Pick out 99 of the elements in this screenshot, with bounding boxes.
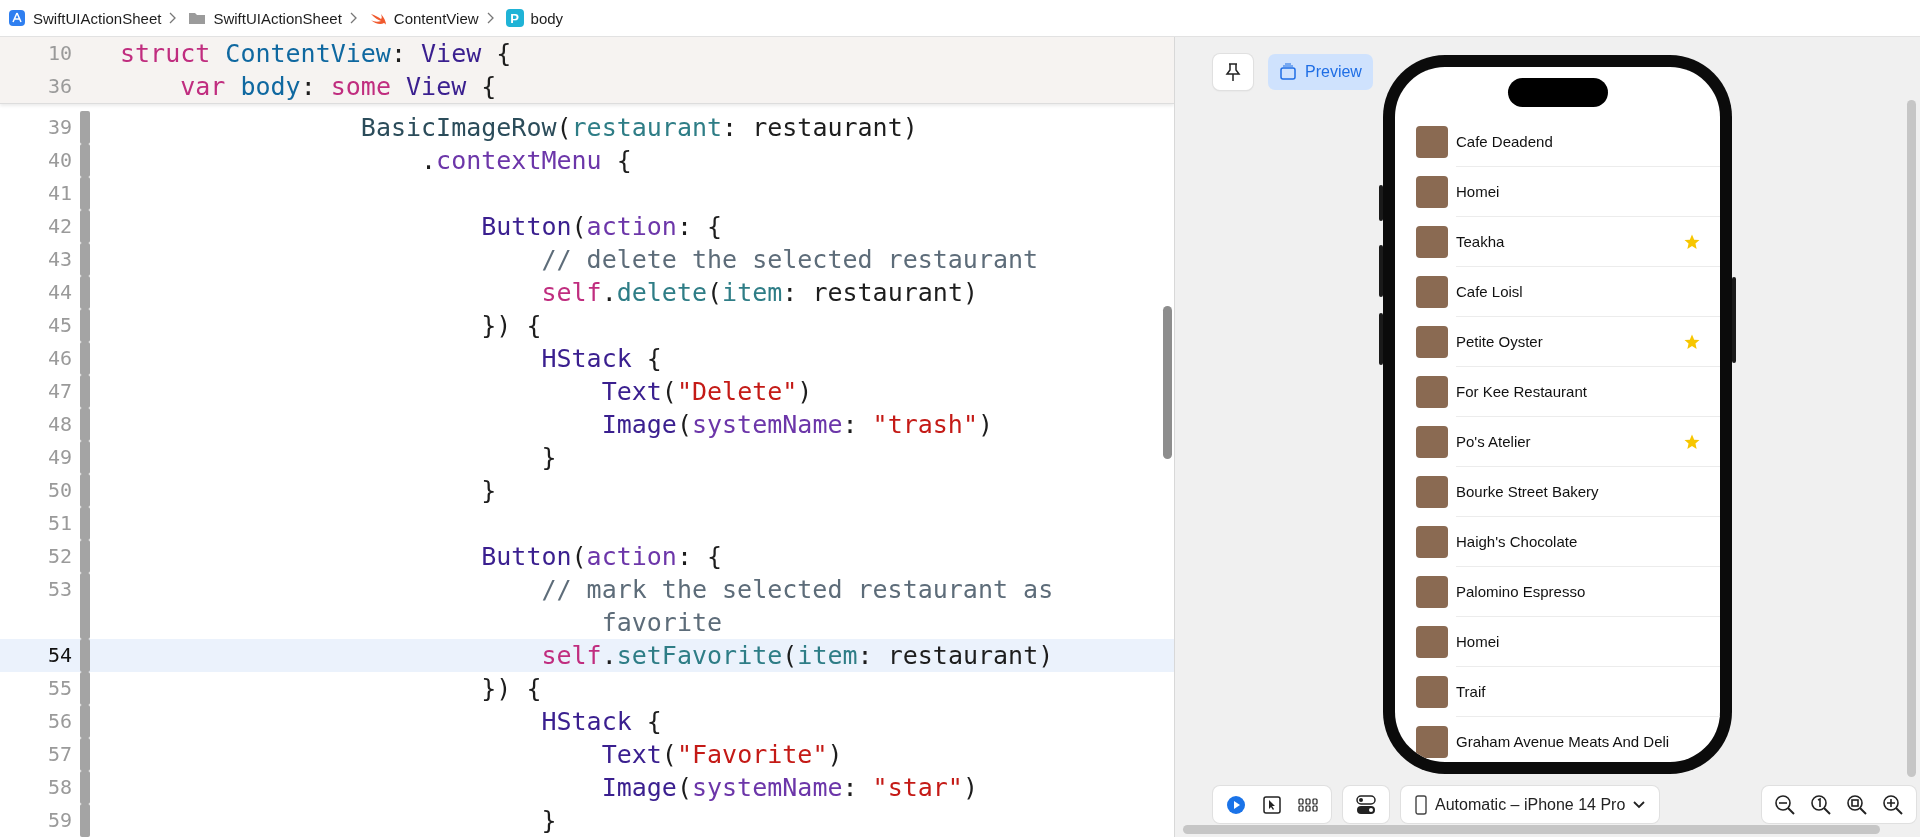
restaurant-name[interactable]: Teakha: [1456, 233, 1683, 250]
restaurant-name[interactable]: Palomino Espresso: [1456, 583, 1701, 600]
app-icon: [8, 9, 26, 27]
code-text: .contextMenu {: [420, 145, 633, 177]
code-text: Image(systemName: "trash"): [600, 409, 994, 441]
restaurant-name[interactable]: Cafe Deadend: [1456, 133, 1701, 150]
code-text: Button(action: {: [480, 211, 724, 243]
fold-ribbon: [80, 804, 90, 837]
code-text: Button(action: {: [480, 541, 724, 573]
pin-icon: [1224, 62, 1242, 82]
device-dropdown[interactable]: Automatic – iPhone 14 Pro: [1401, 786, 1660, 823]
line-number: 50: [46, 477, 72, 504]
photo-placeholder: [1416, 726, 1448, 758]
breadcrumb-item[interactable]: SwiftUIActionSheet: [33, 9, 162, 27]
scrollbar-thumb[interactable]: [1183, 825, 1880, 834]
line-number: 56: [46, 708, 72, 735]
photo-placeholder: [1416, 676, 1448, 708]
code-text: HStack {: [540, 706, 663, 738]
zoom-in-icon: [1882, 793, 1904, 816]
restaurant-name[interactable]: Traif: [1456, 683, 1701, 700]
line-number: 36: [46, 73, 72, 100]
line-number: 51: [46, 510, 72, 537]
scrollbar-thumb[interactable]: [1907, 100, 1916, 777]
pin-button[interactable]: [1213, 54, 1253, 90]
code-text: self.delete(item: restaurant): [540, 277, 979, 309]
phone-icon: [1415, 794, 1427, 815]
play-icon: [1226, 794, 1246, 815]
line-number: 55: [46, 675, 72, 702]
photo-placeholder: [1416, 626, 1448, 658]
restaurant-name[interactable]: Homei: [1456, 183, 1701, 200]
line-number: 47: [46, 378, 72, 405]
photo-placeholder: [1416, 476, 1448, 508]
stack-icon: [1279, 63, 1297, 81]
line-number: 48: [46, 411, 72, 438]
restaurant-name[interactable]: Po's Atelier: [1456, 433, 1683, 450]
magnifier-icon: [1846, 793, 1868, 816]
restaurant-name[interactable]: For Kee Restaurant: [1456, 383, 1701, 400]
scrollbar-thumb[interactable]: [1163, 306, 1172, 459]
code-text: }) {: [480, 673, 543, 705]
photo-placeholder: [1416, 426, 1448, 458]
chevron-icon: [349, 12, 357, 24]
restaurant-name[interactable]: Haigh's Chocolate: [1456, 533, 1701, 550]
restaurant-name[interactable]: Petite Oyster: [1456, 333, 1683, 350]
line-number: 58: [46, 774, 72, 801]
line-number: 43: [46, 246, 72, 273]
restaurant-name[interactable]: Homei: [1456, 633, 1701, 650]
line-number: 42: [46, 213, 72, 240]
breadcrumb-item[interactable]: SwiftUIActionSheet: [213, 9, 342, 27]
code-text: self.setFavorite(item: restaurant): [540, 640, 1055, 672]
photo-placeholder: [1416, 276, 1448, 308]
line-number: 57: [46, 741, 72, 768]
preview-button[interactable]: Preview: [1268, 54, 1373, 90]
code-text: }: [480, 475, 498, 507]
code-text: }) {: [480, 310, 543, 342]
code-text: }: [540, 805, 558, 837]
code-text: Text("Delete"): [600, 376, 814, 408]
photo-placeholder: [1416, 176, 1448, 208]
line-number: 45: [46, 312, 72, 339]
code-text: BasicImageRow(restaurant: restaurant): [359, 112, 919, 144]
line-number: 59: [46, 807, 72, 834]
line-number: 49: [46, 444, 72, 471]
toggle-icon: [1355, 794, 1377, 815]
code-text: }: [540, 442, 558, 474]
property-icon: P: [505, 9, 524, 27]
line-number: 52: [46, 543, 72, 570]
line-number: 41: [46, 180, 72, 207]
pointer-icon: [1263, 795, 1281, 814]
chevron-icon: [169, 12, 177, 24]
code-text: var body: some View {: [179, 71, 498, 103]
line-number: 40: [46, 147, 72, 174]
restaurant-name[interactable]: Bourke Street Bakery: [1456, 483, 1701, 500]
line-number: 44: [46, 279, 72, 306]
photo-placeholder: [1416, 576, 1448, 608]
photo-placeholder: [1416, 126, 1448, 158]
line-number: 53: [46, 576, 72, 603]
code-text: Image(systemName: "star"): [600, 772, 979, 804]
chevron-icon: [486, 12, 494, 24]
photo-placeholder: [1416, 326, 1448, 358]
photo-placeholder: [1416, 376, 1448, 408]
code-text: HStack {: [540, 343, 663, 375]
code-text: // mark the selected restaurant as favorite: [540, 574, 1055, 639]
line-number: 46: [46, 345, 72, 372]
line-number: 54: [46, 642, 72, 669]
code-text: struct ContentView: View {: [120, 38, 513, 70]
restaurant-name[interactable]: Cafe Loisl: [1456, 283, 1701, 300]
photo-placeholder: [1416, 226, 1448, 258]
line-number: 39: [46, 114, 72, 141]
restaurant-name[interactable]: Graham Avenue Meats And Deli: [1456, 733, 1701, 750]
breadcrumb-item[interactable]: ContentView: [393, 9, 479, 27]
line-number: 10: [46, 40, 72, 67]
code-text: Text("Favorite"): [600, 739, 844, 771]
grid-icon: [1298, 796, 1318, 813]
magnifier-icon: [1810, 793, 1832, 816]
fold-ribbon: [80, 111, 90, 144]
zoom-out-icon: [1774, 793, 1796, 816]
code-text: // delete the selected restaurant: [540, 244, 1040, 276]
chevron-down-icon: [1633, 800, 1646, 809]
photo-placeholder: [1416, 526, 1448, 558]
breadcrumb-item[interactable]: body: [530, 9, 564, 27]
